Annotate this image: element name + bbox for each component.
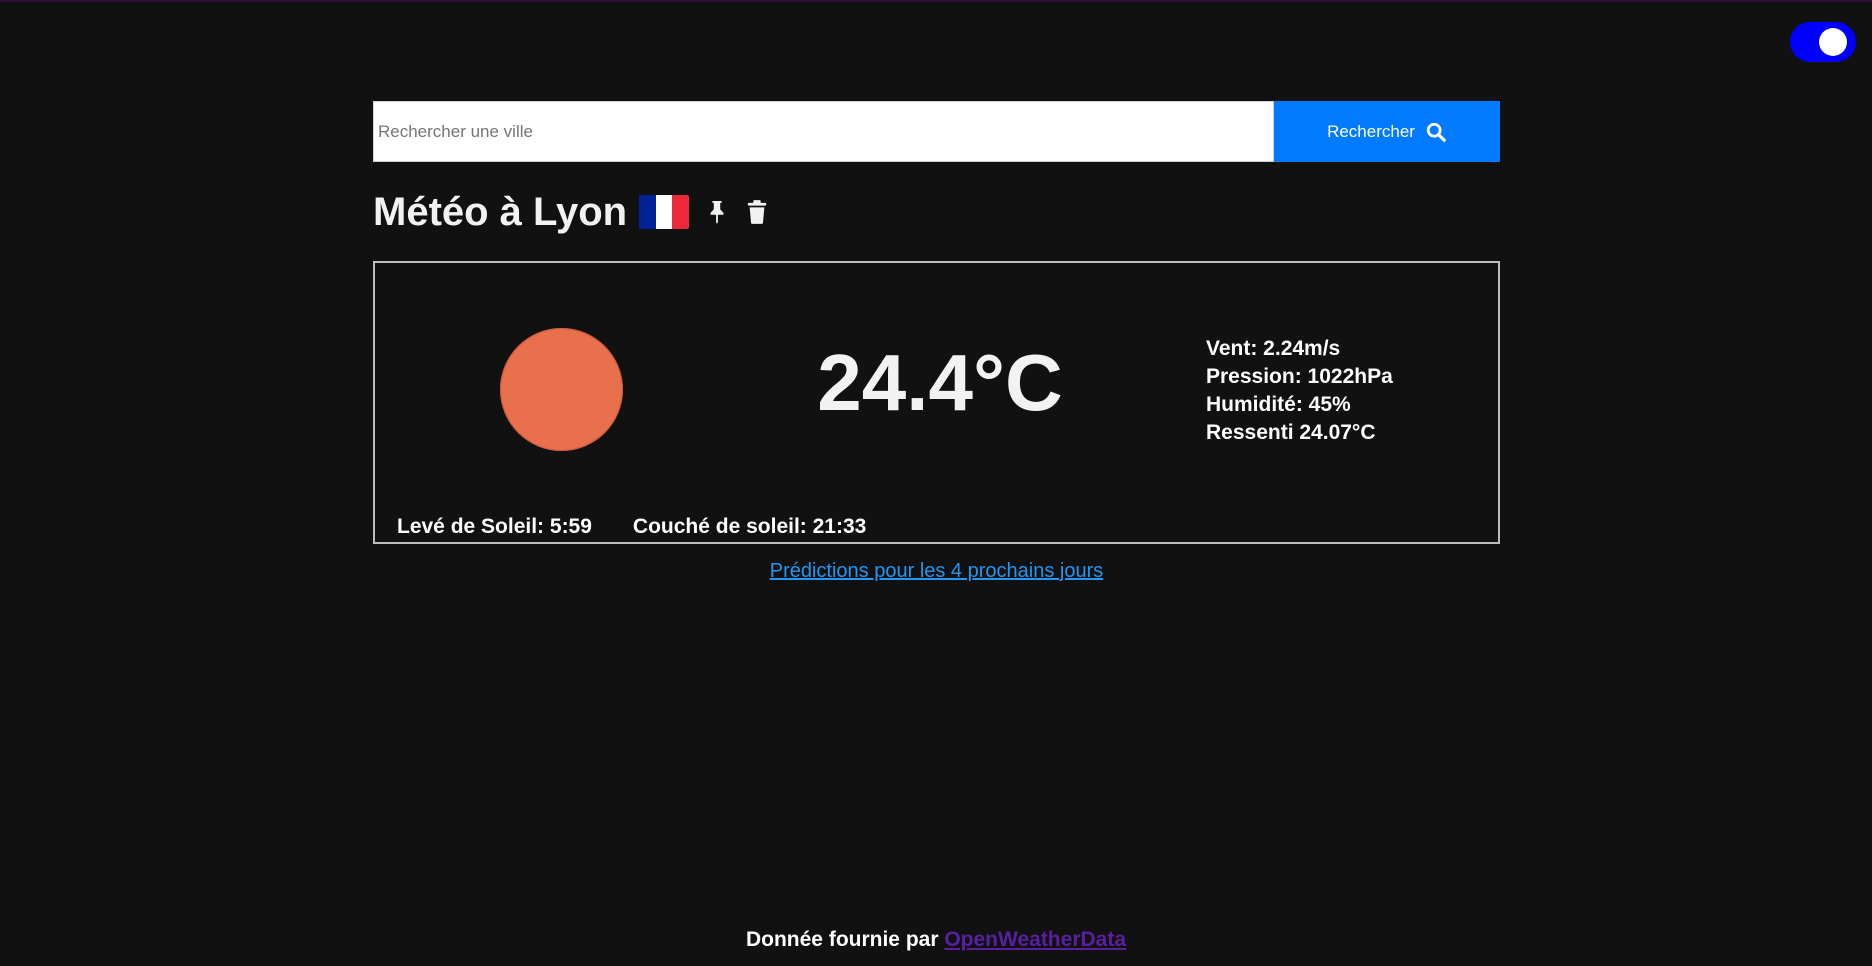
sunset-time: Couché de soleil: 21:33 (632, 515, 867, 538)
france-flag-icon (639, 195, 690, 229)
pressure-value: Pression: 1022hPa (1206, 365, 1393, 388)
sunrise-time: Levé de Soleil: 5:59 (397, 515, 592, 538)
page-title: Météo à Lyon (373, 190, 628, 234)
theme-toggle[interactable] (1790, 22, 1856, 62)
wind-value: Vent: 2.24m/s (1206, 337, 1341, 360)
search-button[interactable]: Rechercher (1274, 101, 1500, 162)
search-bar: Rechercher (373, 101, 1500, 162)
openweather-link[interactable]: OpenWeatherData (944, 928, 1126, 951)
footer: Donnée fournie par OpenWeatherData (0, 928, 1872, 952)
weather-details: Vent: 2.24m/s Pression: 1022hPa Humidité… (1206, 335, 1393, 447)
search-input[interactable] (373, 101, 1274, 162)
forecast-link[interactable]: Prédictions pour les 4 prochains jours (770, 560, 1104, 582)
search-icon (1425, 121, 1447, 143)
trash-icon[interactable] (745, 198, 769, 226)
temperature: 24.4°C (817, 338, 1063, 427)
footer-text: Donnée fournie par (745, 928, 945, 951)
humidity-value: Humidité: 45% (1206, 393, 1351, 416)
city-header: Météo à Lyon (373, 184, 769, 240)
toggle-knob (1819, 28, 1847, 56)
top-border (0, 0, 1872, 2)
pin-icon[interactable] (705, 198, 729, 226)
search-button-label: Rechercher (1327, 121, 1415, 141)
sun-times: Levé de Soleil: 5:59 Couché de soleil: 2… (397, 515, 866, 539)
forecast-link-container: Prédictions pour les 4 prochains jours (373, 560, 1500, 583)
weather-card: 24.4°C Vent: 2.24m/s Pression: 1022hPa H… (373, 261, 1500, 544)
sun-icon (500, 328, 623, 451)
feels-like-value: Ressenti 24.07°C (1206, 421, 1376, 444)
